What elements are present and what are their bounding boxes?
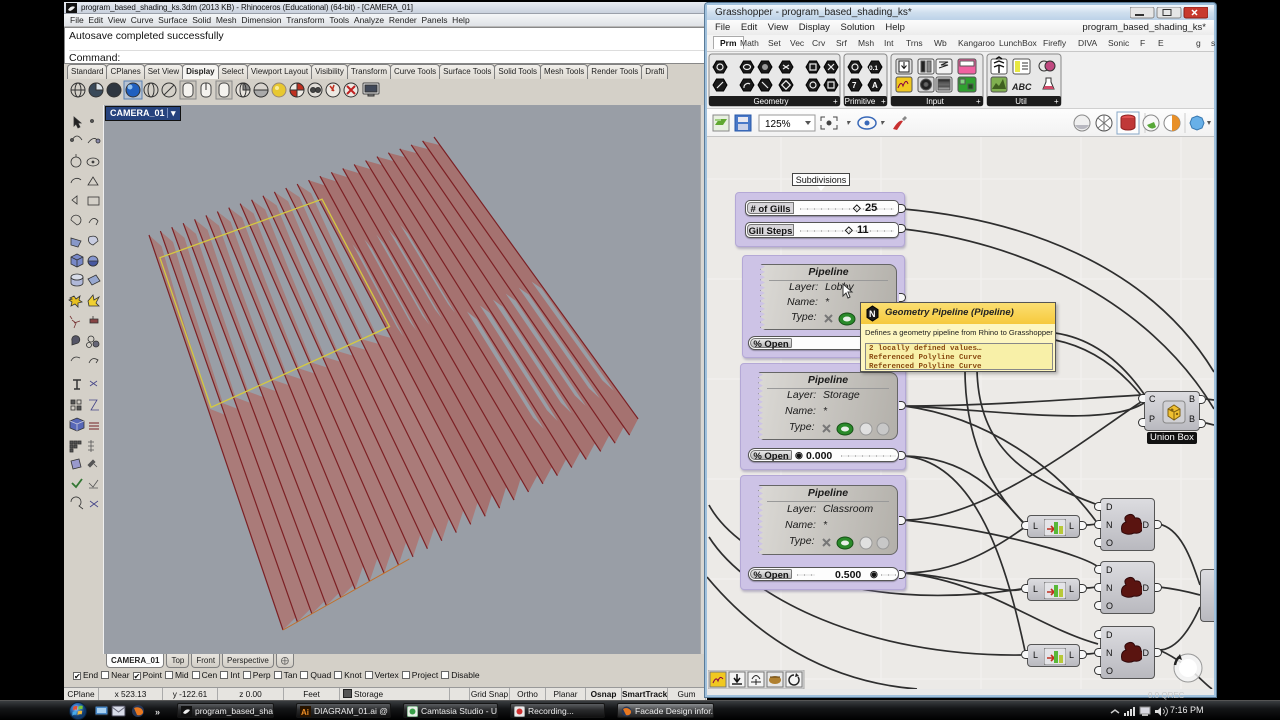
svg-text:Primitive: Primitive (845, 97, 876, 106)
svg-text:Util: Util (1015, 97, 1027, 106)
svg-text:+: + (1054, 97, 1059, 106)
svg-text:+: + (833, 97, 838, 106)
svg-text:0.1: 0.1 (869, 65, 878, 72)
svg-text:A: A (872, 81, 878, 90)
svg-text:»: » (155, 707, 160, 717)
svg-text:ABC: ABC (1011, 82, 1032, 92)
svg-text:+: + (976, 97, 981, 106)
svg-text:125%: 125% (765, 119, 791, 130)
svg-text:Ai: Ai (301, 708, 309, 717)
svg-text:N: N (869, 309, 876, 319)
svg-text:Geometry: Geometry (753, 97, 788, 106)
svg-text:+: + (881, 97, 886, 106)
svg-text:Input: Input (926, 97, 945, 106)
svg-text:7: 7 (852, 81, 857, 90)
